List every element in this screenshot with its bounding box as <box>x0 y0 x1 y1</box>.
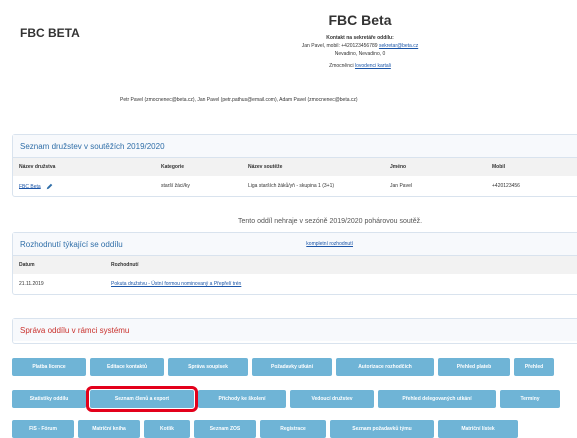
teams-table-header: Název družstva Kategorie Název soutěže J… <box>13 158 577 176</box>
contact-heading: Kontakt na sekretáře oddílu: <box>326 35 394 41</box>
kotlik-button[interactable]: Kotlík <box>144 420 190 438</box>
management-buttons-row-1: Platba licence Editace kontaktů Správa s… <box>12 358 554 376</box>
col-name: Jméno <box>384 158 486 176</box>
delegated-matches-button[interactable]: Přehled delegovaných utkání <box>378 390 496 408</box>
fis-forum-button[interactable]: FIS - Fórum <box>12 420 74 438</box>
teams-panel-header: Seznam družstev v soutěžích 2019/2020 <box>13 135 577 158</box>
cup-note: Tento oddíl nehraje v sezóně 2019/2020 p… <box>238 218 423 225</box>
competition-cell: Liga starších žáků/yň - skupina 1 (3+1) <box>248 183 335 189</box>
decision-link[interactable]: Pokuta družstvu - Ústní formou nominovan… <box>111 281 241 287</box>
teams-panel-title: Seznam družstev v soutěžích 2019/2020 <box>20 141 165 151</box>
proxies-link[interactable]: lovodenci kartali <box>355 63 391 69</box>
mobile-cell: +420123456 <box>492 183 520 189</box>
decisions-panel-header: Rozhodnutí týkající se oddílu kompletní … <box>13 233 577 256</box>
management-panel-header: Správa oddílu v rámci systému <box>13 319 577 341</box>
proxies-prefix: Zmocněnci <box>329 63 354 69</box>
overview-button[interactable]: Přehled <box>514 358 554 376</box>
col-date: Datum <box>13 256 105 274</box>
contact-email-link[interactable]: sekretar@beta.cz <box>379 43 418 49</box>
decisions-panel: Rozhodnutí týkající se oddílu kompletní … <box>12 232 577 295</box>
members-export-button[interactable]: Seznam členů a export <box>86 386 198 412</box>
col-decision: Rozhodnutí <box>105 256 577 274</box>
club-header: FBC Beta Kontakt na sekretáře oddílu: Ja… <box>190 12 530 70</box>
management-buttons-row-2: Statistiky oddílu Seznam členů a export … <box>12 386 560 412</box>
license-payment-button[interactable]: Platba licence <box>12 358 86 376</box>
club-address: Nevadino, Nevadino, 0 <box>334 51 386 57</box>
match-requests-button[interactable]: Požadavky utkání <box>252 358 332 376</box>
decisions-table-header: Datum Rozhodnutí <box>13 256 577 274</box>
all-decisions-link[interactable]: kompletní rozhodnutí <box>306 241 353 247</box>
management-buttons-row-3: FIS - Fórum Matriční kniha Kotlík Seznam… <box>12 420 518 438</box>
contact-line-prefix: Jan Pavel, mobil: +420123456789 <box>301 43 378 49</box>
table-row: 21.11.2019 Pokuta družstvu - Ústní formo… <box>13 274 577 294</box>
proxies-line: Zmocněnci lovodenci kartali <box>190 62 530 70</box>
club-title: FBC Beta <box>328 12 392 28</box>
dates-button[interactable]: Termíny <box>500 390 560 408</box>
management-panel-title: Správa oddílu v rámci systému <box>20 325 130 335</box>
edit-pencil-icon[interactable] <box>46 183 53 190</box>
decision-date: 21.11.2019 <box>19 281 44 287</box>
training-arrivals-button[interactable]: Příchody ke školení <box>198 390 286 408</box>
management-panel: Správa oddílu v rámci systému <box>12 318 577 344</box>
category-cell: starší žáci/ky <box>161 183 190 189</box>
registry-card-button[interactable]: Matriční lístek <box>438 420 518 438</box>
teams-table: Název družstva Kategorie Název soutěže J… <box>13 158 577 196</box>
decision-cell: Pokuta družstvu - Ústní formou nominovan… <box>105 274 577 294</box>
col-category: Kategorie <box>155 158 242 176</box>
proxies-contacts: Petr Pavel (zmocnenec@beta.cz), Jan Pave… <box>120 97 358 103</box>
registration-button[interactable]: Registrace <box>260 420 326 438</box>
payments-overview-button[interactable]: Přehled plateb <box>438 358 510 376</box>
name-cell: Jan Pavel <box>390 183 412 189</box>
col-mobile: Mobil <box>486 158 577 176</box>
table-row: FBC Beta starší žáci/ky Liga starších žá… <box>13 176 577 196</box>
club-short-name: FBC BETA <box>20 26 80 40</box>
registry-book-button[interactable]: Matriční kniha <box>78 420 140 438</box>
team-requests-list-button[interactable]: Seznam požadavků týmu <box>330 420 434 438</box>
decisions-table: Datum Rozhodnutí 21.11.2019 Pokuta družs… <box>13 256 577 294</box>
team-link[interactable]: FBC Beta <box>19 183 41 189</box>
contact-line: Jan Pavel, mobil: +420123456789 sekretar… <box>190 42 530 50</box>
teams-panel: Seznam družstev v soutěžích 2019/2020 Ná… <box>12 134 577 197</box>
col-competition: Název soutěže <box>242 158 384 176</box>
rosters-button[interactable]: Správa soupisek <box>168 358 248 376</box>
col-team-name: Název družstva <box>13 158 155 176</box>
referee-authorization-button[interactable]: Autorizace rozhodčích <box>336 358 434 376</box>
decisions-panel-title: Rozhodnutí týkající se oddílu <box>20 239 123 249</box>
club-statistics-button[interactable]: Statistiky oddílu <box>12 390 86 408</box>
zos-list-button[interactable]: Seznam ZOS <box>194 420 256 438</box>
team-managers-button[interactable]: Vedoucí družstev <box>290 390 374 408</box>
edit-contacts-button[interactable]: Editace kontaktů <box>90 358 164 376</box>
team-cell: FBC Beta <box>13 176 155 196</box>
